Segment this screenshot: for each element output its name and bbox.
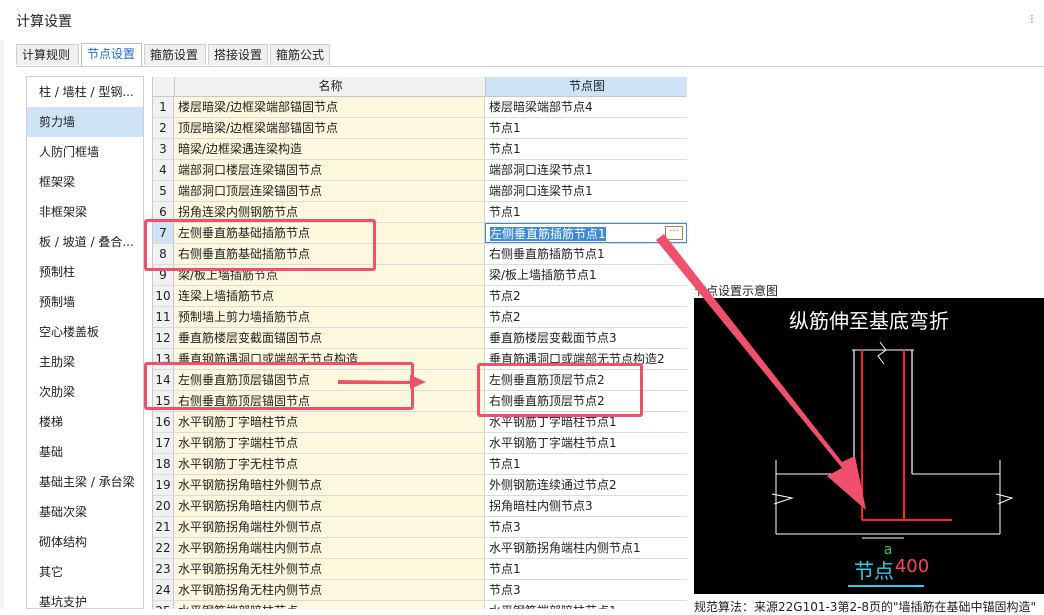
annotation-arrows (338, 234, 866, 510)
arrow-right-icon (338, 375, 426, 389)
arrow-down-right-icon (656, 234, 866, 510)
